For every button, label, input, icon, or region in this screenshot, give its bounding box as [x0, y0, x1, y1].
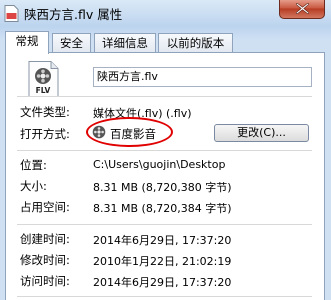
modified-value: 2010年1月22日, 21:02:19 [93, 255, 232, 268]
tab-security[interactable]: 安全 [52, 33, 91, 52]
modified-label: 修改时间: [20, 253, 70, 267]
size-on-disk-value: 8.31 MB (8,720,384 字节) [93, 202, 232, 215]
window-title: 陕西方言.flv 属性 [24, 7, 123, 22]
red-highlight-ellipse [86, 117, 173, 147]
divider [17, 150, 312, 151]
divider [17, 224, 312, 225]
file-icon [4, 5, 19, 22]
opens-with-label: 打开方式: [20, 127, 70, 141]
accessed-label: 访问时间: [20, 274, 70, 288]
close-button[interactable] [279, 0, 325, 19]
accessed-value: 2014年6月29日, 17:37:20 [93, 276, 232, 289]
tab-strip: 常规 安全 详细信息 以前的版本 [5, 31, 327, 54]
location-value: C:\Users\guojin\Desktop [93, 158, 226, 171]
divider [17, 96, 312, 97]
created-value: 2014年6月29日, 17:37:20 [93, 234, 232, 247]
size-value: 8.31 MB (8,720,380 字节) [93, 181, 232, 194]
close-icon [296, 3, 309, 14]
size-label: 大小: [20, 179, 47, 193]
change-button[interactable]: 更改(C)... [214, 124, 309, 142]
flv-file-icon: FLV [28, 61, 59, 97]
divider [17, 296, 312, 297]
title-bar: 陕西方言.flv 属性 [0, 0, 331, 27]
created-label: 创建时间: [20, 232, 70, 246]
tab-general[interactable]: 常规 [5, 31, 49, 54]
size-on-disk-label: 占用空间: [20, 200, 70, 214]
tab-previous-versions[interactable]: 以前的版本 [158, 33, 233, 52]
filename-input[interactable]: 陕西方言.flv [93, 67, 312, 87]
general-panel: FLV 陕西方言.flv 文件类型: 媒体文件(.flv) (.flv) 打开方… [5, 52, 325, 300]
properties-window: 陕西方言.flv 属性 常规 安全 详细信息 以前的版本 FLV 陕西方言.fl… [0, 0, 331, 300]
location-label: 位置: [20, 158, 47, 172]
file-type-label: 文件类型: [20, 105, 70, 119]
tab-details[interactable]: 详细信息 [94, 33, 156, 52]
flv-label: FLV [36, 86, 51, 95]
